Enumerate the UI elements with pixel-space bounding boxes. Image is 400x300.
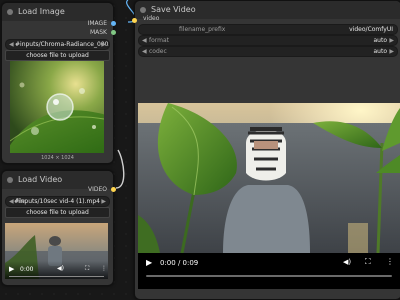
- output-video-frame: [138, 103, 400, 253]
- codec-select[interactable]: ◀ codec auto ▶: [138, 46, 398, 57]
- output-video-player[interactable]: ▶ 0:00 / 0:09 ◀) ⛶ ⋮: [138, 103, 400, 289]
- video-time: 0:00 / 0:09: [160, 259, 199, 267]
- output-label-image: IMAGE: [87, 20, 107, 27]
- input-label-video: video: [143, 15, 160, 22]
- more-icon[interactable]: ⋮: [101, 265, 107, 272]
- collapse-dot-icon[interactable]: [140, 7, 146, 13]
- node-title: Save Video: [151, 5, 196, 14]
- node-title-bar[interactable]: Save Video: [135, 1, 400, 19]
- video-controls[interactable]: ▶ 0:00 / 0:09 ◀) ⛶ ⋮: [138, 253, 400, 289]
- load-video-node[interactable]: Load Video VIDEO ◀ file #inputs/10sec vi…: [1, 170, 116, 286]
- output-port-mask[interactable]: [111, 30, 116, 35]
- load-image-node[interactable]: Load Image IMAGE MASK ◀ #inputs/Chroma-R…: [1, 2, 116, 164]
- video-time: 0:00: [20, 266, 34, 273]
- video-preview[interactable]: ▶ 0:00 ◀) ⛶ ⋮: [5, 223, 108, 279]
- node-title: Load Video: [18, 175, 63, 184]
- progress-track[interactable]: [9, 276, 104, 277]
- output-label-mask: MASK: [89, 29, 107, 36]
- upload-button[interactable]: choose file to upload: [5, 207, 110, 218]
- node-title: Load Image: [18, 7, 65, 16]
- volume-icon[interactable]: ◀): [343, 258, 351, 266]
- image-file-select[interactable]: ◀ #inputs/Chroma-Radiance_00052_ ▶: [5, 39, 110, 50]
- arrow-left-icon[interactable]: ◀: [9, 197, 14, 206]
- arrow-left-icon[interactable]: ◀: [142, 36, 147, 45]
- arrow-right-icon[interactable]: ▶: [101, 197, 106, 206]
- play-icon[interactable]: ▶: [146, 258, 152, 267]
- video-file-select[interactable]: ◀ file #inputs/10sec vid-4 (1).mp4 ▶: [5, 196, 110, 207]
- collapse-dot-icon[interactable]: [7, 177, 13, 183]
- filename-prefix-field[interactable]: filename_prefix video/ComfyUI: [138, 24, 398, 35]
- node-title-bar[interactable]: Load Image: [2, 3, 113, 21]
- fullscreen-icon[interactable]: ⛶: [365, 257, 371, 267]
- arrow-right-icon[interactable]: ▶: [101, 40, 106, 49]
- video-controls[interactable]: ▶ 0:00 ◀) ⛶ ⋮: [5, 261, 108, 279]
- arrow-left-icon[interactable]: ◀: [142, 47, 147, 56]
- output-port-image[interactable]: [111, 21, 116, 26]
- output-label-video: VIDEO: [87, 186, 107, 193]
- upload-button[interactable]: choose file to upload: [5, 50, 110, 61]
- play-icon[interactable]: ▶: [9, 265, 14, 273]
- input-port-video[interactable]: [132, 18, 137, 23]
- collapse-dot-icon[interactable]: [7, 9, 13, 15]
- output-port-video[interactable]: [111, 187, 116, 192]
- arrow-right-icon[interactable]: ▶: [389, 47, 394, 56]
- link-video-to-save: [115, 149, 125, 189]
- image-preview: [10, 61, 104, 153]
- image-size-label: 1024 × 1024: [41, 155, 74, 161]
- progress-track[interactable]: [146, 275, 392, 277]
- arrow-right-icon[interactable]: ▶: [389, 36, 394, 45]
- format-select[interactable]: ◀ format auto ▶: [138, 35, 398, 46]
- volume-icon[interactable]: ◀): [57, 265, 64, 272]
- save-video-node[interactable]: Save Video video filename_prefix video/C…: [132, 0, 400, 300]
- more-icon[interactable]: ⋮: [386, 257, 394, 266]
- fullscreen-icon[interactable]: ⛶: [85, 265, 89, 273]
